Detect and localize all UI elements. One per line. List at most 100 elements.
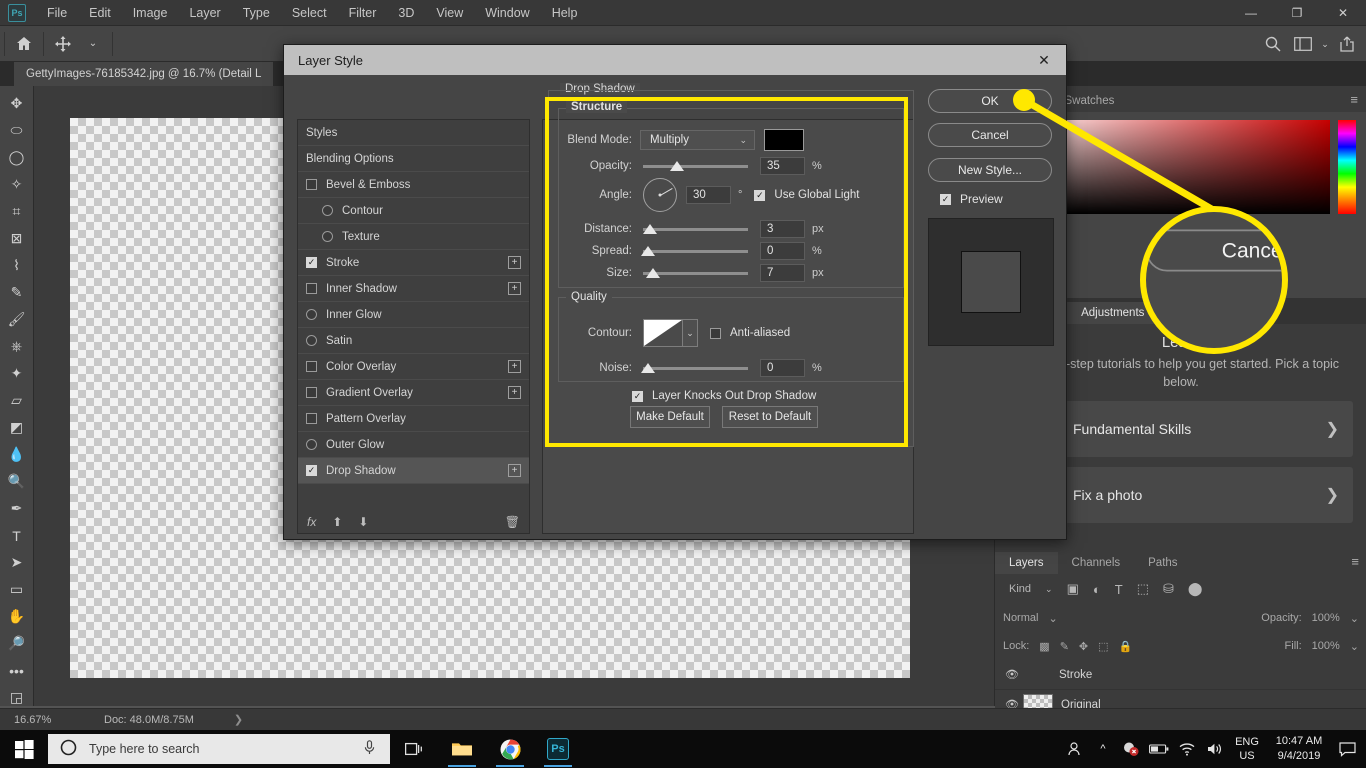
history-brush-tool-icon[interactable]: ✦	[2, 360, 32, 387]
quick-selection-tool-icon[interactable]: ✧	[2, 171, 32, 198]
distance-slider[interactable]	[643, 222, 748, 236]
windows-start-icon[interactable]	[0, 730, 48, 768]
add-effect-icon[interactable]: +	[508, 256, 521, 269]
workspace-dropdown-icon[interactable]: ⌄	[1318, 31, 1332, 57]
effect-row-satin[interactable]: Satin	[298, 328, 529, 354]
add-effect-icon[interactable]: +	[508, 464, 521, 477]
angle-dial[interactable]	[643, 178, 677, 212]
blend-mode-select[interactable]: Multiply ⌄	[640, 130, 755, 150]
effect-checkbox-inner-glow[interactable]	[306, 309, 317, 320]
lock-image-icon[interactable]: ✎	[1060, 640, 1069, 653]
noise-input[interactable]: 0	[760, 359, 805, 377]
angle-input[interactable]: 30	[686, 186, 731, 204]
eraser-tool-icon[interactable]: ▱	[2, 387, 32, 414]
home-icon[interactable]	[9, 31, 39, 57]
lasso-tool-icon[interactable]: ◯	[2, 144, 32, 171]
search-icon[interactable]	[1258, 31, 1288, 57]
tool-options-dropdown[interactable]: ⌄	[78, 31, 108, 57]
shape-filter-icon[interactable]: ⬚	[1137, 581, 1149, 597]
fill-arrow[interactable]: ⌄	[1350, 640, 1359, 653]
layer-knocks-out-checkbox[interactable]	[632, 390, 643, 402]
hand-tool-icon[interactable]: ✋	[2, 603, 32, 630]
menu-image[interactable]: Image	[122, 2, 179, 24]
styles-list-item-styles[interactable]: Styles	[298, 120, 529, 146]
eye-icon[interactable]: 👁	[1001, 668, 1023, 681]
effect-checkbox-texture[interactable]	[322, 231, 333, 242]
effect-row-gradient-overlay[interactable]: Gradient Overlay +	[298, 380, 529, 406]
taskbar-photoshop-icon[interactable]: Ps	[534, 730, 582, 768]
menu-view[interactable]: View	[425, 2, 474, 24]
effect-checkbox-color-overlay[interactable]	[306, 361, 317, 372]
share-icon[interactable]	[1332, 31, 1362, 57]
spread-slider[interactable]	[640, 244, 748, 258]
effect-row-bevel-emboss[interactable]: Bevel & Emboss	[298, 172, 529, 198]
layer-row[interactable]: 👁 Stroke	[995, 660, 1366, 690]
pixel-filter-icon[interactable]: ▣	[1067, 581, 1079, 597]
gradient-tool-icon[interactable]: ◩	[2, 414, 32, 441]
layer-blend-arrow[interactable]: ⌄	[1048, 612, 1057, 625]
opacity-slider[interactable]	[643, 159, 748, 173]
dodge-tool-icon[interactable]: 🔍	[2, 468, 32, 495]
move-tool-icon[interactable]	[48, 31, 78, 57]
shadow-color-swatch[interactable]	[764, 129, 804, 151]
close-icon[interactable]: ✕	[1022, 45, 1066, 75]
layer-opacity-value[interactable]: 100%	[1312, 612, 1340, 624]
microphone-icon[interactable]	[363, 740, 376, 758]
effect-row-stroke[interactable]: Stroke +	[298, 250, 529, 276]
effect-checkbox-gradient-overlay[interactable]	[306, 387, 317, 398]
document-tab[interactable]: GettyImages-76185342.jpg @ 16.7% (Detail…	[14, 62, 274, 86]
move-tool-icon[interactable]: ✥	[2, 90, 32, 117]
layer-filter-arrow[interactable]: ⌄	[1045, 584, 1053, 595]
people-icon[interactable]	[1062, 730, 1088, 768]
wifi-icon[interactable]	[1174, 730, 1200, 768]
menu-file[interactable]: File	[36, 2, 78, 24]
styles-list-item-blending-options[interactable]: Blending Options	[298, 146, 529, 172]
more-tools-icon[interactable]: •••	[2, 657, 32, 684]
blur-tool-icon[interactable]: 💧	[2, 441, 32, 468]
clone-stamp-tool-icon[interactable]: ⎈	[2, 333, 32, 360]
move-down-icon[interactable]: ⬇	[358, 515, 368, 529]
color-panel-menu-icon[interactable]: ≡	[1350, 92, 1358, 107]
effect-row-inner-shadow[interactable]: Inner Shadow +	[298, 276, 529, 302]
menu-edit[interactable]: Edit	[78, 2, 122, 24]
effect-row-pattern-overlay[interactable]: Pattern Overlay	[298, 406, 529, 432]
quick-mask-icon[interactable]: ◲	[2, 684, 32, 711]
menu-filter[interactable]: Filter	[338, 2, 388, 24]
contour-dropdown-icon[interactable]: ⌄	[683, 319, 698, 347]
lock-position-icon[interactable]: ✥	[1079, 640, 1088, 653]
contour-picker[interactable]: ⌄	[643, 319, 698, 347]
fill-value[interactable]: 100%	[1312, 640, 1340, 652]
layers-panel-menu-icon[interactable]: ≡	[1351, 554, 1359, 569]
use-global-light-checkbox[interactable]	[754, 189, 766, 201]
volume-icon[interactable]	[1202, 730, 1228, 768]
effect-checkbox-contour[interactable]	[322, 205, 333, 216]
anti-aliased-checkbox[interactable]	[710, 327, 721, 339]
restore-button[interactable]: ❐	[1274, 0, 1320, 26]
layer-opacity-arrow[interactable]: ⌄	[1350, 612, 1359, 625]
fx-icon[interactable]: fx	[307, 515, 316, 529]
layer-filter-kind[interactable]: Kind	[1009, 583, 1031, 595]
menu-help[interactable]: Help	[541, 2, 589, 24]
adjustment-filter-icon[interactable]: ◐	[1093, 582, 1101, 597]
taskbar-google-chrome-icon[interactable]	[486, 730, 534, 768]
close-button[interactable]: ✕	[1320, 0, 1366, 26]
effect-checkbox-outer-glow[interactable]	[306, 439, 317, 450]
add-effect-icon[interactable]: +	[508, 282, 521, 295]
frame-tool-icon[interactable]: ⊠	[2, 225, 32, 252]
minimize-button[interactable]: —	[1228, 0, 1274, 26]
toggle-filter-icon[interactable]: ⬤	[1188, 581, 1203, 597]
tab-paths[interactable]: Paths	[1134, 552, 1191, 574]
effect-checkbox-inner-shadow[interactable]	[306, 283, 317, 294]
effect-checkbox-pattern-overlay[interactable]	[306, 413, 317, 424]
layer-blend-mode[interactable]: Normal	[1003, 612, 1038, 624]
status-expand-arrow[interactable]: ❯	[194, 713, 243, 726]
preview-checkbox[interactable]	[940, 193, 951, 205]
distance-input[interactable]: 3	[760, 220, 805, 238]
size-input[interactable]: 7	[760, 264, 805, 282]
security-alert-icon[interactable]	[1118, 730, 1144, 768]
effect-row-texture[interactable]: Texture	[298, 224, 529, 250]
delete-effect-icon[interactable]: 🗑	[505, 515, 520, 529]
tab-channels[interactable]: Channels	[1058, 552, 1135, 574]
move-up-icon[interactable]: ⬆	[332, 515, 342, 529]
make-default-button[interactable]: Make Default	[630, 406, 710, 428]
